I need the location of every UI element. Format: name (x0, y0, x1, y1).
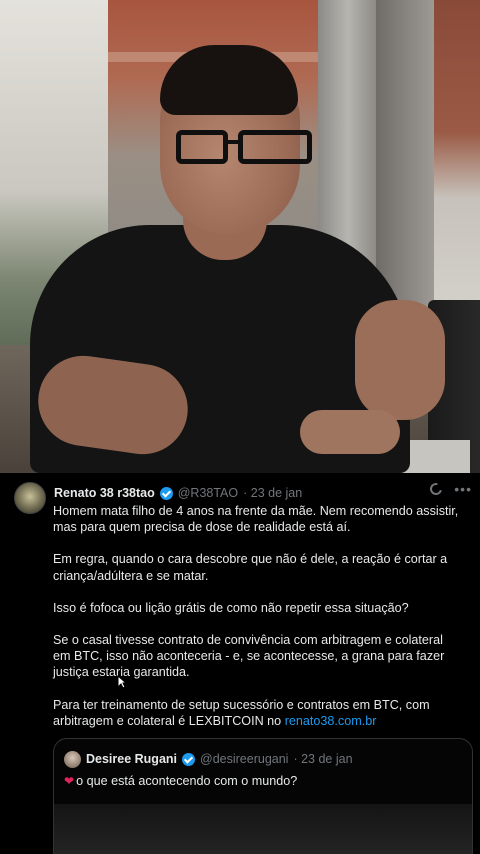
mouse-cursor-icon (117, 675, 127, 689)
website-link[interactable]: renato38.com.br (285, 714, 377, 728)
quote-header: Desiree Rugani @desireerugani · 23 de ja… (86, 752, 353, 766)
tweet-paragraph: Homem mata filho de 4 anos na frente da … (53, 504, 459, 535)
glasses-lens-right (238, 130, 312, 164)
author-avatar[interactable] (14, 482, 46, 514)
person-hand (300, 410, 400, 454)
tweet-paragraph: Se o casal tivesse contrato de convivênc… (53, 633, 445, 680)
verified-badge-icon (182, 752, 196, 766)
tweet-card[interactable]: Renato 38 r38tao @R38TAO · 23 de jan •••… (0, 473, 480, 854)
tweet-header: Renato 38 r38tao @R38TAO · 23 de jan (54, 484, 468, 502)
author-handle[interactable]: @R38TAO (178, 486, 238, 500)
person-arm-right (355, 300, 445, 420)
tweet-actions-top: ••• (428, 480, 472, 498)
quote-date[interactable]: · 23 de jan (293, 752, 352, 766)
quote-media[interactable] (54, 804, 472, 854)
quoted-tweet[interactable]: Desiree Rugani @desireerugani · 23 de ja… (53, 738, 473, 854)
window-view-right (434, 0, 480, 330)
tweet-date[interactable]: · 23 de jan (243, 486, 302, 500)
quote-author-handle[interactable]: @desireerugani (200, 752, 288, 766)
quote-text: o que está acontecendo com o mundo? (76, 774, 298, 788)
quote-text-row: ❤ o que está acontecendo com o mundo? (64, 774, 297, 788)
glasses-icon (176, 130, 316, 166)
grok-icon[interactable] (428, 480, 445, 498)
more-icon[interactable]: ••• (454, 482, 472, 496)
tweet-body: Homem mata filho de 4 anos na frente da … (53, 503, 463, 745)
glasses-lens-left (176, 130, 228, 164)
tweet-paragraph-last: Para ter treinamento de setup sucessório… (53, 697, 463, 729)
author-name[interactable]: Renato 38 r38tao (54, 486, 155, 500)
video-player[interactable] (0, 0, 480, 473)
tweet-paragraph: Isso é fofoca ou lição grátis de como nã… (53, 600, 409, 615)
quote-author-avatar[interactable] (64, 751, 81, 768)
tweet-paragraph: Em regra, quando o cara descobre que não… (53, 552, 448, 583)
quote-author-name[interactable]: Desiree Rugani (86, 752, 177, 766)
verified-badge-icon (159, 486, 173, 500)
broken-heart-icon: ❤ (64, 774, 75, 788)
